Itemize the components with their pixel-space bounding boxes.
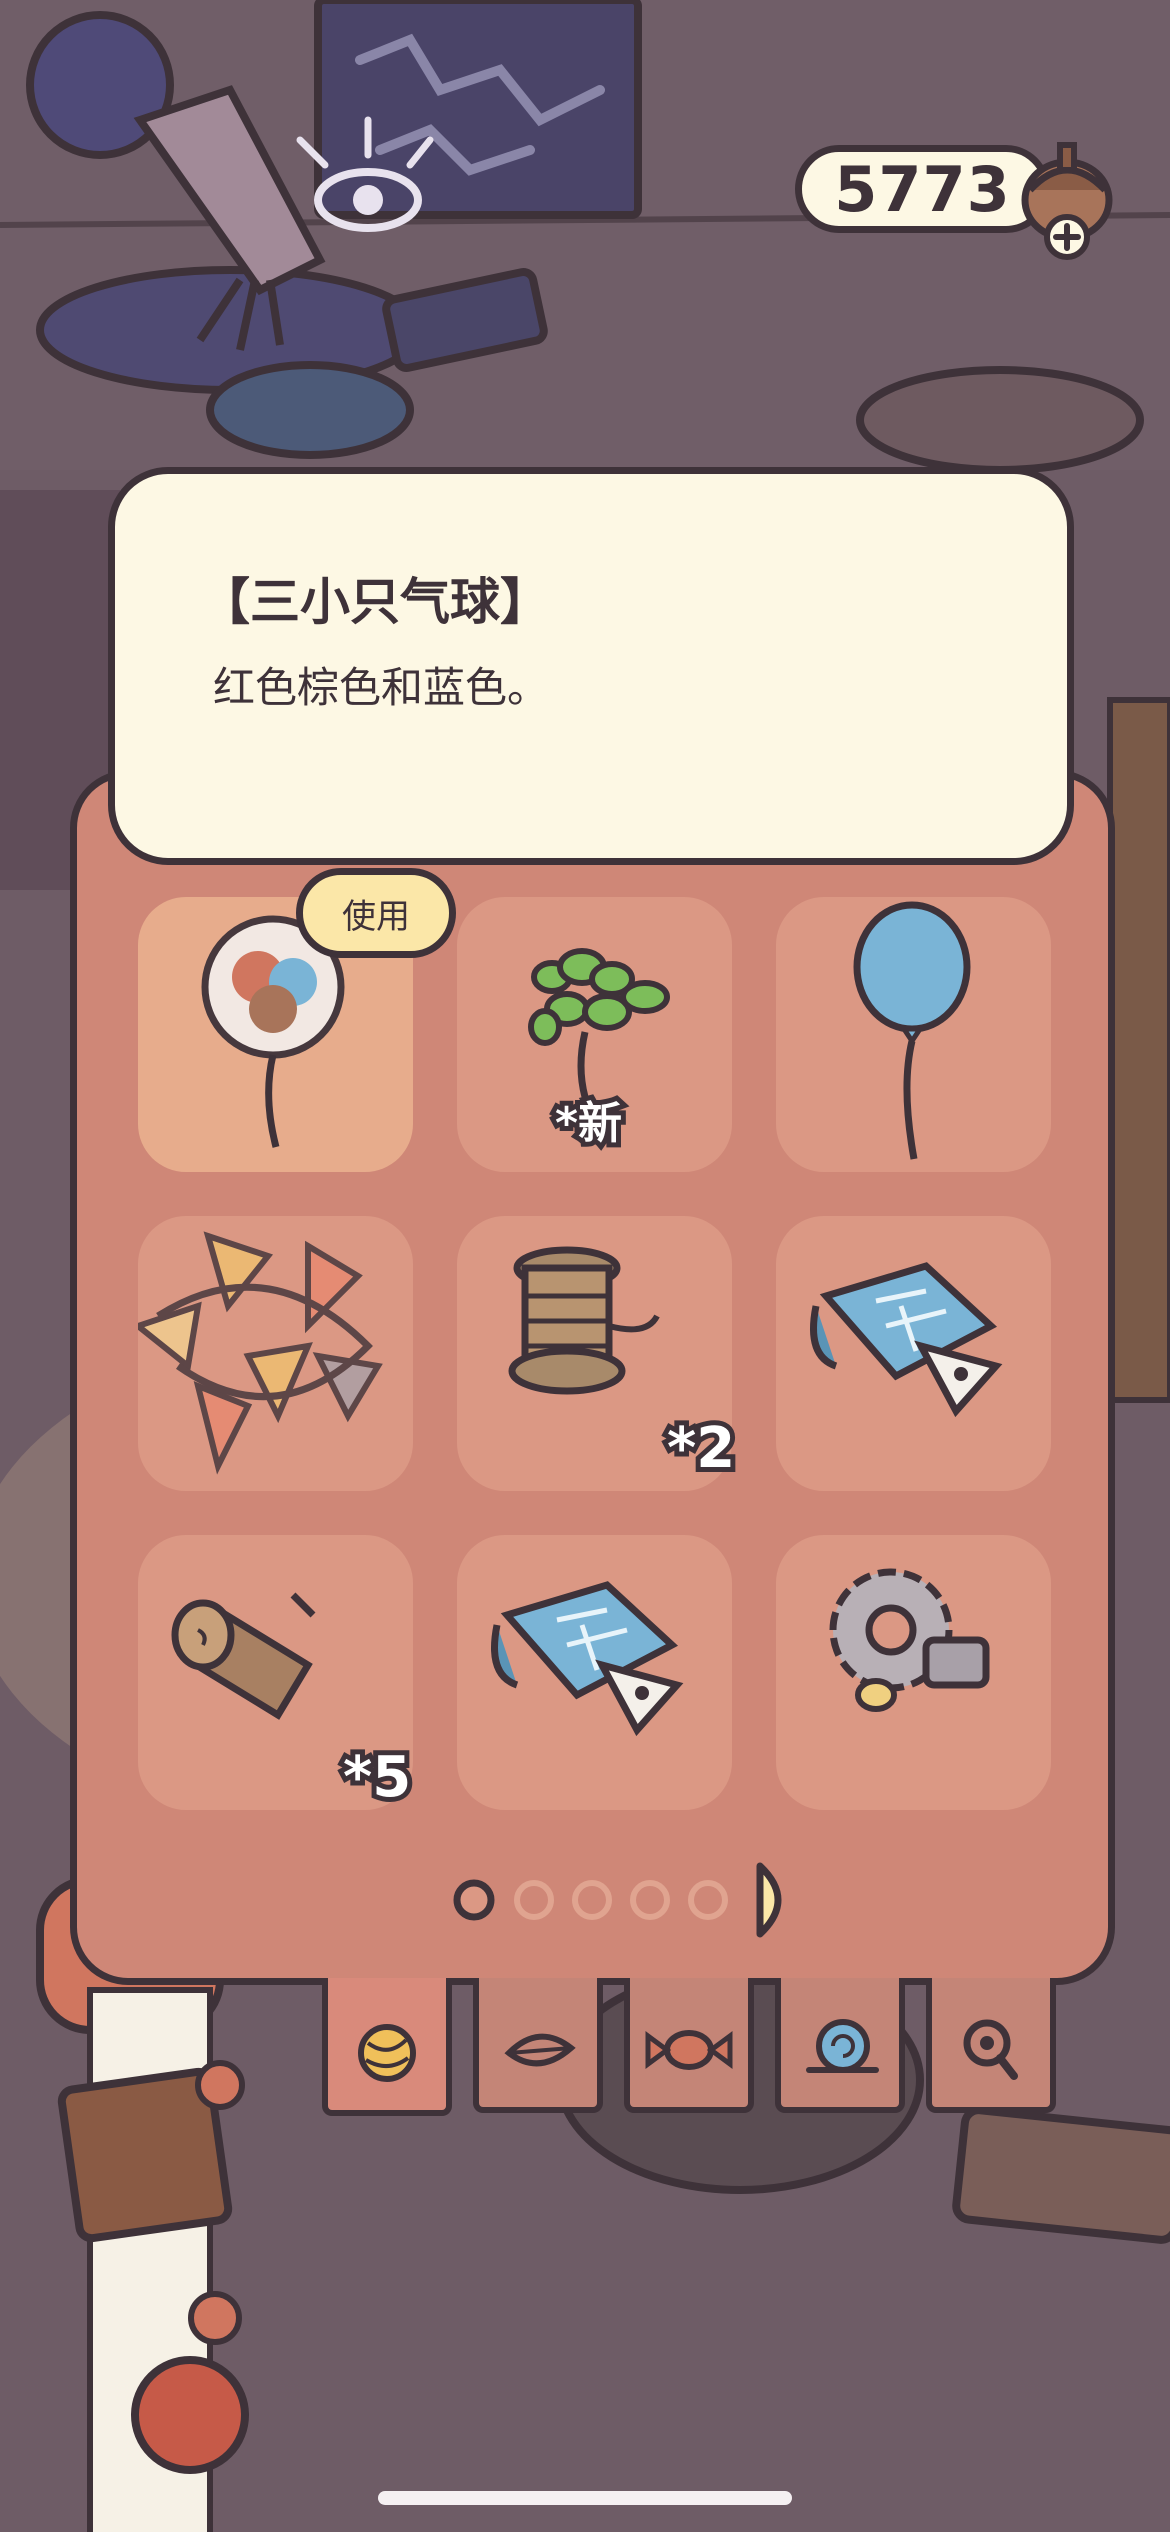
- page-dot[interactable]: [572, 1880, 612, 1920]
- item-title: 【三小只气球】: [200, 573, 550, 631]
- currency-amount: 5773: [795, 145, 1050, 233]
- item-description-popup: 【三小只气球】 红色棕色和蓝色。: [108, 467, 1074, 865]
- tab-leaf[interactable]: [473, 1978, 603, 2113]
- item-count: *新: [550, 1093, 627, 1154]
- bunting-flags-icon: [131, 1231, 383, 1475]
- page-dot[interactable]: [688, 1880, 728, 1920]
- tab-snail[interactable]: [775, 1978, 905, 2113]
- item-count: *5: [338, 1740, 416, 1815]
- pillow-decoration: [206, 361, 414, 459]
- gears-icon: [829, 1568, 990, 1712]
- page-dot[interactable]: [630, 1880, 670, 1920]
- yarn-ball-icon: [358, 2024, 416, 2082]
- item-count: *2: [662, 1411, 740, 1486]
- inventory-slot-twine-spool[interactable]: *2: [457, 1216, 740, 1491]
- inventory-slot-wood-log[interactable]: *5: [138, 1535, 416, 1815]
- page-dot-active[interactable]: [453, 1879, 495, 1921]
- inventory-slot-blue-balloon[interactable]: [776, 897, 1051, 1172]
- use-button[interactable]: 使用: [296, 868, 456, 958]
- inventory-slot-blueprint[interactable]: [776, 1216, 1051, 1491]
- tab-yarn[interactable]: [322, 1978, 452, 2116]
- page-dot[interactable]: [514, 1880, 554, 1920]
- side-table-decoration: [856, 366, 1144, 474]
- blueprint-icon: [810, 1262, 1003, 1418]
- candy-icon: [645, 2030, 733, 2070]
- inventory-slot-bunting-flags[interactable]: [131, 1216, 413, 1491]
- snail-icon: [806, 2019, 879, 2073]
- blue-balloon-icon: [853, 901, 971, 1160]
- apple-decoration: [131, 2356, 249, 2474]
- inventory-slot-blueprint-2[interactable]: [457, 1535, 732, 1810]
- star-map-poster: [314, 0, 642, 219]
- plus-icon[interactable]: [1043, 213, 1091, 261]
- inventory-slot-balloon-dog[interactable]: *新: [457, 897, 732, 1172]
- home-indicator[interactable]: [378, 2491, 792, 2505]
- inventory-slot-gears[interactable]: [776, 1535, 1051, 1810]
- tab-candy[interactable]: [624, 1978, 754, 2113]
- blueprint-icon: [491, 1581, 684, 1737]
- currency-counter[interactable]: 5773: [795, 142, 1113, 260]
- leaf-icon: [504, 2033, 576, 2067]
- tab-magnifier[interactable]: [926, 1978, 1056, 2113]
- magnifier-icon: [963, 2019, 1018, 2080]
- item-description: 红色棕色和蓝色。: [213, 663, 550, 712]
- next-page-icon[interactable]: [752, 1860, 802, 1940]
